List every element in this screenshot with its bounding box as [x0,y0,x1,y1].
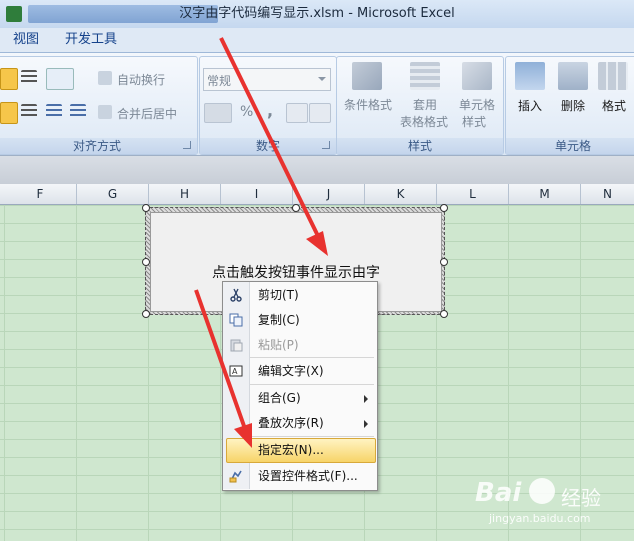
number-format-dropdown[interactable]: 常规 [203,68,331,91]
decrease-indent-icon[interactable] [46,104,62,120]
align-bottom-icon[interactable] [21,70,37,86]
copy-icon [229,313,243,327]
resize-handle-middle-left[interactable] [142,258,150,266]
number-format-value: 常规 [207,74,232,88]
menu-item-order[interactable]: 叠放次序(R) [223,411,376,435]
decrease-decimal-icon[interactable] [309,103,331,123]
cell-styles-icon[interactable] [462,62,492,90]
menu-item-edit-text[interactable]: A 编辑文字(X) [223,359,376,383]
column-header-j[interactable]: J [293,184,365,204]
format-control-icon [229,470,242,483]
menu-item-copy-label: 复制(C) [258,313,300,327]
delete-cells-icon[interactable] [558,62,588,90]
formula-bar-area [0,155,634,184]
menu-item-edit-text-label: 编辑文字(X) [258,364,324,378]
percent-button[interactable]: % [240,104,253,120]
column-header-g[interactable]: G [77,184,149,204]
menu-item-assign-macro[interactable]: 指定宏(N)... [226,438,376,463]
conditional-format-button[interactable]: 条件格式 [340,96,396,113]
column-header-i[interactable]: I [221,184,293,204]
alignment-group-label: 对齐方式 [0,138,197,154]
resize-handle-middle-right[interactable] [440,258,448,266]
resize-handle-bottom-left[interactable] [142,310,150,318]
format-as-table-icon[interactable] [410,62,440,90]
menu-separator [250,436,374,437]
chevron-down-icon [318,77,326,81]
baidu-watermark: Bai 经验 jingyan.baidu.com [475,472,625,532]
alignment-dialog-launcher-icon[interactable] [183,141,191,149]
align-top-icon[interactable] [0,68,18,90]
comma-button[interactable]: , [267,101,273,120]
conditional-format-icon[interactable] [352,62,382,90]
svg-text:A: A [232,367,238,376]
increase-decimal-icon[interactable] [286,103,308,123]
align-right-icon[interactable] [21,104,37,120]
delete-cells-button[interactable]: 删除 [555,97,591,114]
format-as-table-line1[interactable]: 套用 [398,96,452,113]
wrap-text-icon[interactable] [98,71,112,85]
number-group-label: 数字 [200,138,336,154]
menu-item-paste-label: 粘贴(P) [258,338,299,352]
column-header-h[interactable]: H [149,184,221,204]
column-header-f[interactable]: F [4,184,77,204]
menu-item-group[interactable]: 组合(G) [223,386,376,410]
column-header-m[interactable]: M [509,184,581,204]
column-header-n[interactable]: N [581,184,634,204]
scissors-icon [230,288,242,302]
form-button-label: 点击触发按钮事件显示由字 [212,265,380,281]
tab-developer[interactable]: 开发工具 [65,28,117,52]
increase-indent-icon[interactable] [70,104,86,120]
menu-separator [250,357,374,358]
wrap-text-button[interactable]: 自动换行 [117,71,165,88]
menu-item-order-label: 叠放次序(R) [258,416,324,430]
currency-format-icon[interactable] [204,103,232,123]
menu-item-format-control-label: 设置控件格式(F)... [258,469,358,483]
text-orientation-icon[interactable] [46,68,74,90]
column-header-l[interactable]: L [437,184,509,204]
menu-separator [250,384,374,385]
menu-item-cut[interactable]: 剪切(T) [223,283,376,307]
menu-item-group-label: 组合(G) [258,391,301,405]
submenu-arrow-icon [364,420,368,428]
cells-group-label: 单元格 [506,138,634,154]
submenu-arrow-icon [364,395,368,403]
menu-item-copy[interactable]: 复制(C) [223,308,376,332]
merge-center-icon[interactable] [98,105,112,119]
watermark-brand-cn: 经验 [561,486,601,510]
align-center-icon[interactable] [0,102,18,124]
tab-view[interactable]: 视图 [13,28,39,52]
insert-cells-icon[interactable] [515,62,545,90]
column-header-k[interactable]: K [365,184,437,204]
paste-icon [230,339,243,352]
insert-cells-button[interactable]: 插入 [512,97,548,114]
watermark-brand: Bai [475,478,522,508]
menu-item-assign-macro-label: 指定宏(N)... [258,443,324,457]
paw-logo-icon [529,478,555,504]
cell-styles-line2[interactable]: 样式 [452,113,496,130]
cell-styles-line1[interactable]: 单元格 [452,96,502,113]
watermark-url: jingyan.baidu.com [489,512,591,525]
number-dialog-launcher-icon[interactable] [322,141,330,149]
merge-center-button[interactable]: 合并后居中 [117,105,177,122]
menu-item-format-control[interactable]: 设置控件格式(F)... [223,464,376,488]
menu-item-paste: 粘贴(P) [223,333,376,357]
resize-handle-bottom-right[interactable] [440,310,448,318]
styles-group-label: 样式 [337,138,503,154]
window-title: 汉字由字代码编写显示.xlsm - Microsoft Excel [179,6,455,21]
resize-handle-top-center[interactable] [292,204,300,212]
format-cells-icon[interactable] [598,62,628,90]
format-as-table-line2[interactable]: 表格格式 [394,113,454,130]
format-cells-button[interactable]: 格式 [596,97,632,114]
edit-text-icon: A [229,365,243,377]
resize-handle-top-right[interactable] [440,204,448,212]
resize-handle-top-left[interactable] [142,204,150,212]
menu-item-cut-label: 剪切(T) [258,288,299,302]
